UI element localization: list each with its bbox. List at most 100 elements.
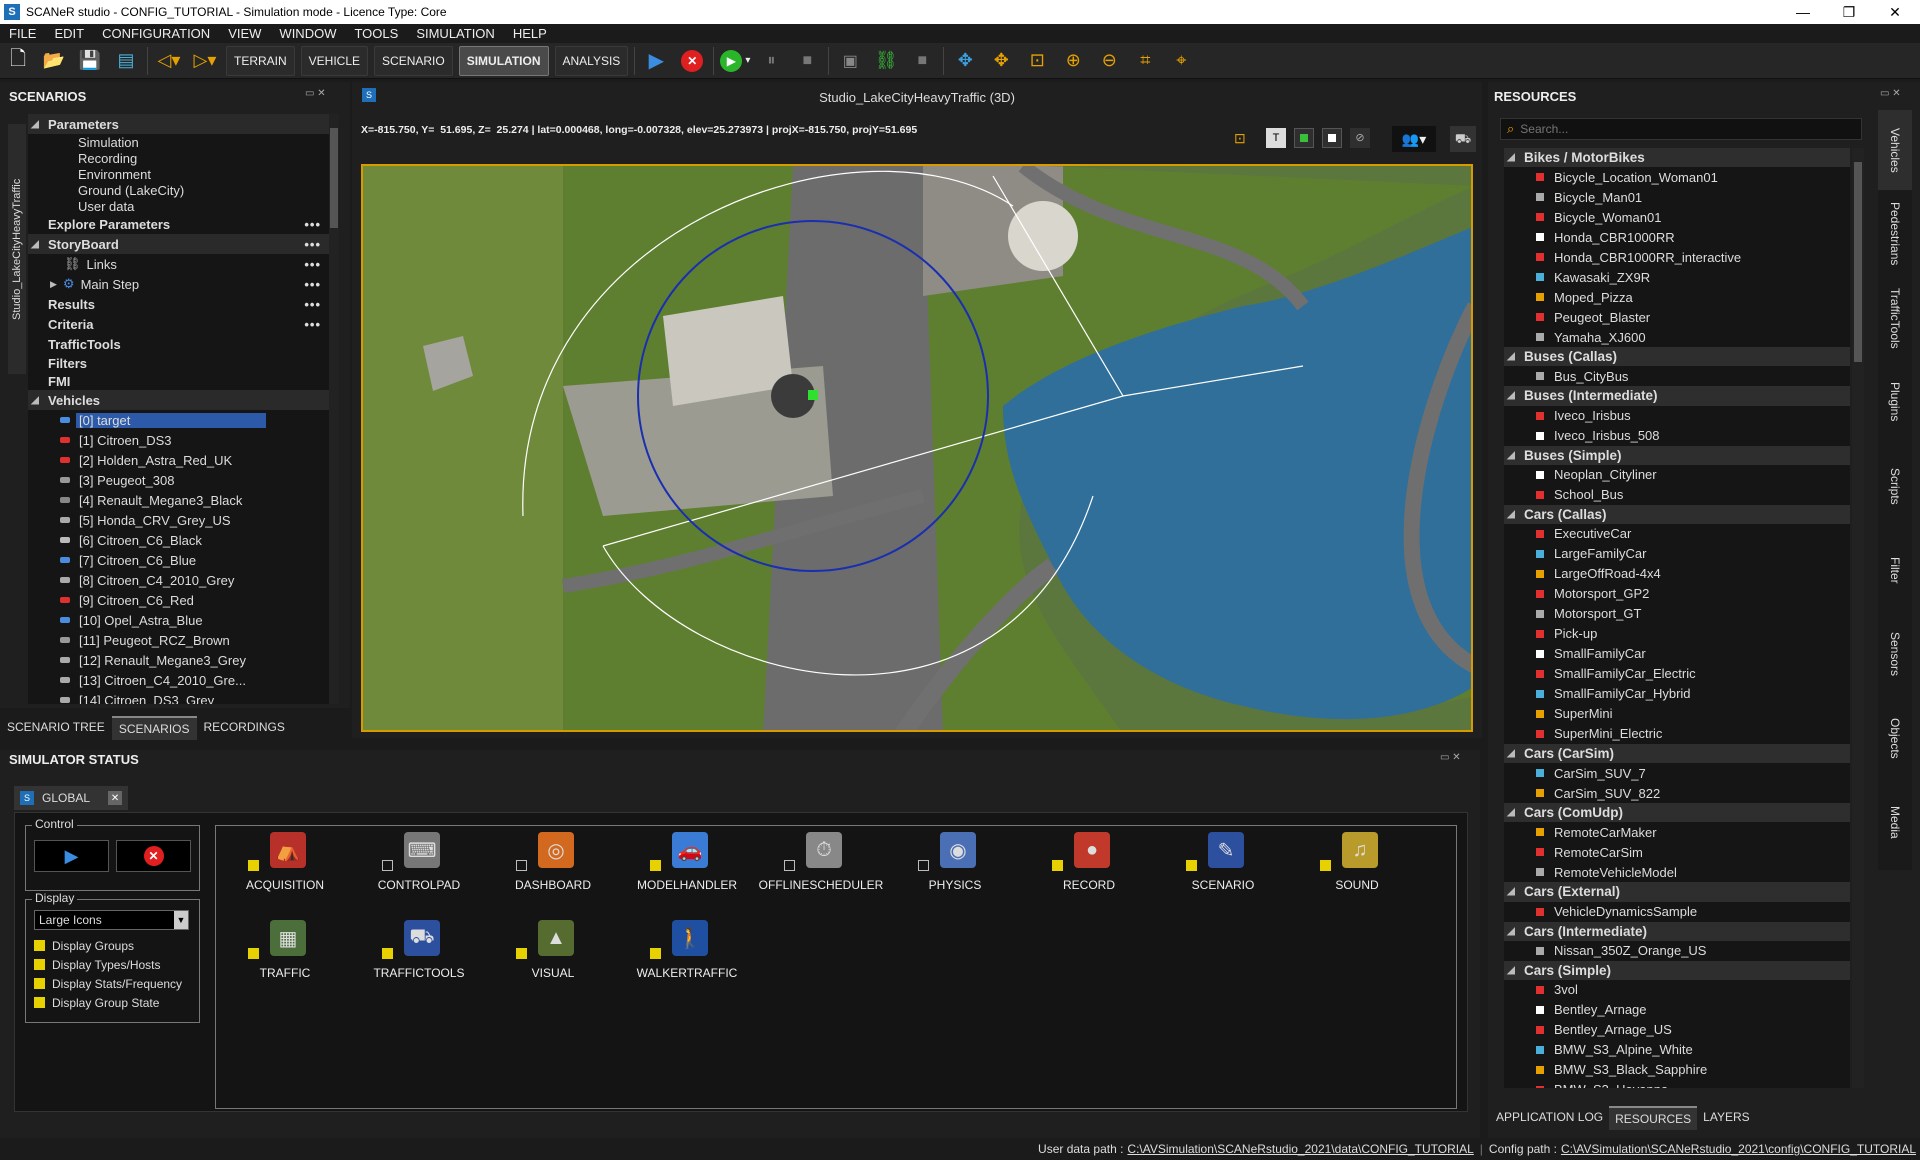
tab-scenario-tree[interactable]: SCENARIO TREE [0,716,112,740]
tree-explore-parameters[interactable]: Explore Parameters ••• [28,214,339,234]
side-tab-objects[interactable]: Objects [1878,698,1912,778]
module-dashboard[interactable]: ◎ DASHBOARD [488,826,618,906]
vehicle-list-item[interactable]: [5] Honda_CRV_Grey_US [28,510,339,530]
map-view[interactable] [361,164,1473,732]
tree-storyboard[interactable]: ◢ StoryBoard ••• [28,234,339,254]
scenario-vertical-tab[interactable]: Studio_LakeCityHeavyTraffic [8,124,26,374]
tree-param-recording[interactable]: Recording [28,150,339,166]
select-arrows-icon[interactable]: ✥ [950,46,980,76]
collapse-arrow-icon[interactable]: ◢ [1504,390,1518,401]
module-checkbox[interactable] [382,948,393,959]
side-tab-vehicles[interactable]: Vehicles [1878,110,1912,190]
resource-item[interactable]: SmallFamilyCar [1504,644,1850,664]
resource-item[interactable]: Bicycle_Woman01 [1504,207,1850,227]
resource-item[interactable]: Bus_CityBus [1504,366,1850,386]
calculator-icon[interactable]: ▤ [111,46,141,76]
user-data-path-link[interactable]: C:\AVSimulation\SCANeRstudio_2021\data\C… [1127,1142,1473,1156]
more-options-icon[interactable]: ••• [304,317,321,332]
collapse-arrow-icon[interactable]: ◢ [28,239,42,250]
load-play-icon[interactable]: ▶ [641,46,671,76]
tree-parameters[interactable]: ◢ Parameters [28,114,339,134]
resource-item[interactable]: Motorsport_GP2 [1504,584,1850,604]
vehicle-list-item[interactable]: [9] Citroen_C6_Red [28,590,339,610]
tree-traffictools[interactable]: TrafficTools [28,334,339,354]
resource-item[interactable]: RemoteCarMaker [1504,822,1850,842]
resource-item[interactable]: Iveco_Irisbus [1504,406,1850,426]
resource-item[interactable]: Motorsport_GT [1504,604,1850,624]
panel-float-icon[interactable]: ▭ ✕ [1440,752,1461,763]
collapse-arrow-icon[interactable]: ◢ [28,395,42,406]
close-tab-icon[interactable]: ✕ [108,791,123,805]
more-options-icon[interactable]: ••• [304,297,321,312]
tree-fmi[interactable]: FMI [28,372,339,390]
resource-category[interactable]: ◢ Buses (Simple) [1504,445,1850,465]
vehicle-view-icon[interactable]: ⛟ [1450,126,1476,152]
menu-edit[interactable]: EDIT [45,26,93,41]
mode-vehicle[interactable]: VEHICLE [300,45,369,76]
display-select[interactable]: Large Icons ▼ [34,910,189,930]
panel-float-icon[interactable]: ▭ ✕ [1880,88,1901,99]
collapse-arrow-icon[interactable]: ◢ [1504,351,1518,362]
vehicle-list-item[interactable]: [2] Holden_Astra_Red_UK [28,450,339,470]
expand-arrow-icon[interactable]: ▶ [50,279,57,290]
resource-item[interactable]: Bicycle_Man01 [1504,187,1850,207]
resource-item[interactable]: BMW_S3_Alpine_White [1504,1040,1850,1060]
map-canvas[interactable] [363,166,1473,732]
move-icon[interactable]: ✥ [986,46,1016,76]
side-tab-media[interactable]: Media [1878,782,1912,862]
tree-filters[interactable]: Filters [28,354,339,372]
option-display-groups[interactable]: Display Groups [34,936,182,955]
checkbox[interactable] [34,997,45,1008]
mode-scenario[interactable]: SCENARIO [374,45,453,76]
menu-tools[interactable]: TOOLS [345,26,407,41]
new-file-icon[interactable]: 🗋 [3,46,33,76]
resource-item[interactable]: Moped_Pizza [1504,287,1850,307]
collapse-arrow-icon[interactable]: ◢ [1504,807,1518,818]
module-checkbox[interactable] [918,860,929,871]
option-display-types[interactable]: Display Types/Hosts [34,955,182,974]
module-checkbox[interactable] [248,860,259,871]
tab-application-log[interactable]: APPLICATION LOG [1490,1106,1609,1130]
module-traffictools[interactable]: ⛟ TRAFFICTOOLS [354,914,484,994]
menu-simulation[interactable]: SIMULATION [407,26,504,41]
resource-item[interactable]: Bicycle_Location_Woman01 [1504,167,1850,187]
menu-configuration[interactable]: CONFIGURATION [93,26,219,41]
vehicle-list-item[interactable]: [11] Peugeot_RCZ_Brown [28,630,339,650]
module-scenario[interactable]: ✎ SCENARIO [1158,826,1288,906]
tree-param-simulation[interactable]: Simulation [28,134,339,150]
search-input[interactable] [1520,122,1841,136]
checkbox[interactable] [34,978,45,989]
zoom-in-icon[interactable]: ⊕ [1058,46,1088,76]
module-controlpad[interactable]: ⌨ CONTROLPAD [354,826,484,906]
vehicle-list-item[interactable]: [3] Peugeot_308 [28,470,339,490]
camera-select-icon[interactable]: 👥▾ [1392,126,1436,152]
tree-scrollbar[interactable] [329,114,339,704]
zoom-out-icon[interactable]: ⊖ [1094,46,1124,76]
play-icon[interactable]: ▶ ▾ [720,46,750,76]
resource-item[interactable]: VehicleDynamicsSample [1504,902,1850,922]
module-offlinescheduler[interactable]: ⏱ OFFLINESCHEDULER [756,826,886,906]
resource-category[interactable]: ◢ Cars (ComUdp) [1504,803,1850,823]
target-icon[interactable]: ⌖ [1166,46,1196,76]
module-checkbox[interactable] [1052,860,1063,871]
more-options-icon[interactable]: ••• [304,257,321,272]
module-checkbox[interactable] [1320,860,1331,871]
tab-resources[interactable]: RESOURCES [1609,1106,1698,1130]
collapse-arrow-icon[interactable]: ◢ [1504,886,1518,897]
fit-view-icon[interactable]: ⊡ [1234,130,1246,147]
save-icon[interactable]: 💾 [75,46,105,76]
tree-param-environment[interactable]: Environment [28,166,339,182]
config-path-link[interactable]: C:\AVSimulation\SCANeRstudio_2021\config… [1561,1142,1916,1156]
module-record[interactable]: ● RECORD [1024,826,1154,906]
resource-category[interactable]: ◢ Cars (External) [1504,882,1850,902]
module-modelhandler[interactable]: 🚗 MODELHANDLER [622,826,752,906]
checkbox[interactable] [34,940,45,951]
vehicle-list-item[interactable]: [7] Citroen_C6_Blue [28,550,339,570]
vehicle-list-item[interactable]: [13] Citroen_C4_2010_Gre... [28,670,339,690]
close-window-button[interactable]: ✕ [1872,0,1918,24]
side-tab-scripts[interactable]: Scripts [1878,446,1912,526]
checkbox[interactable] [34,959,45,970]
resource-category[interactable]: ◢ Cars (CarSim) [1504,743,1850,764]
stop-red-icon[interactable]: ✕ [677,46,707,76]
side-tab-filter[interactable]: Filter [1878,530,1912,610]
